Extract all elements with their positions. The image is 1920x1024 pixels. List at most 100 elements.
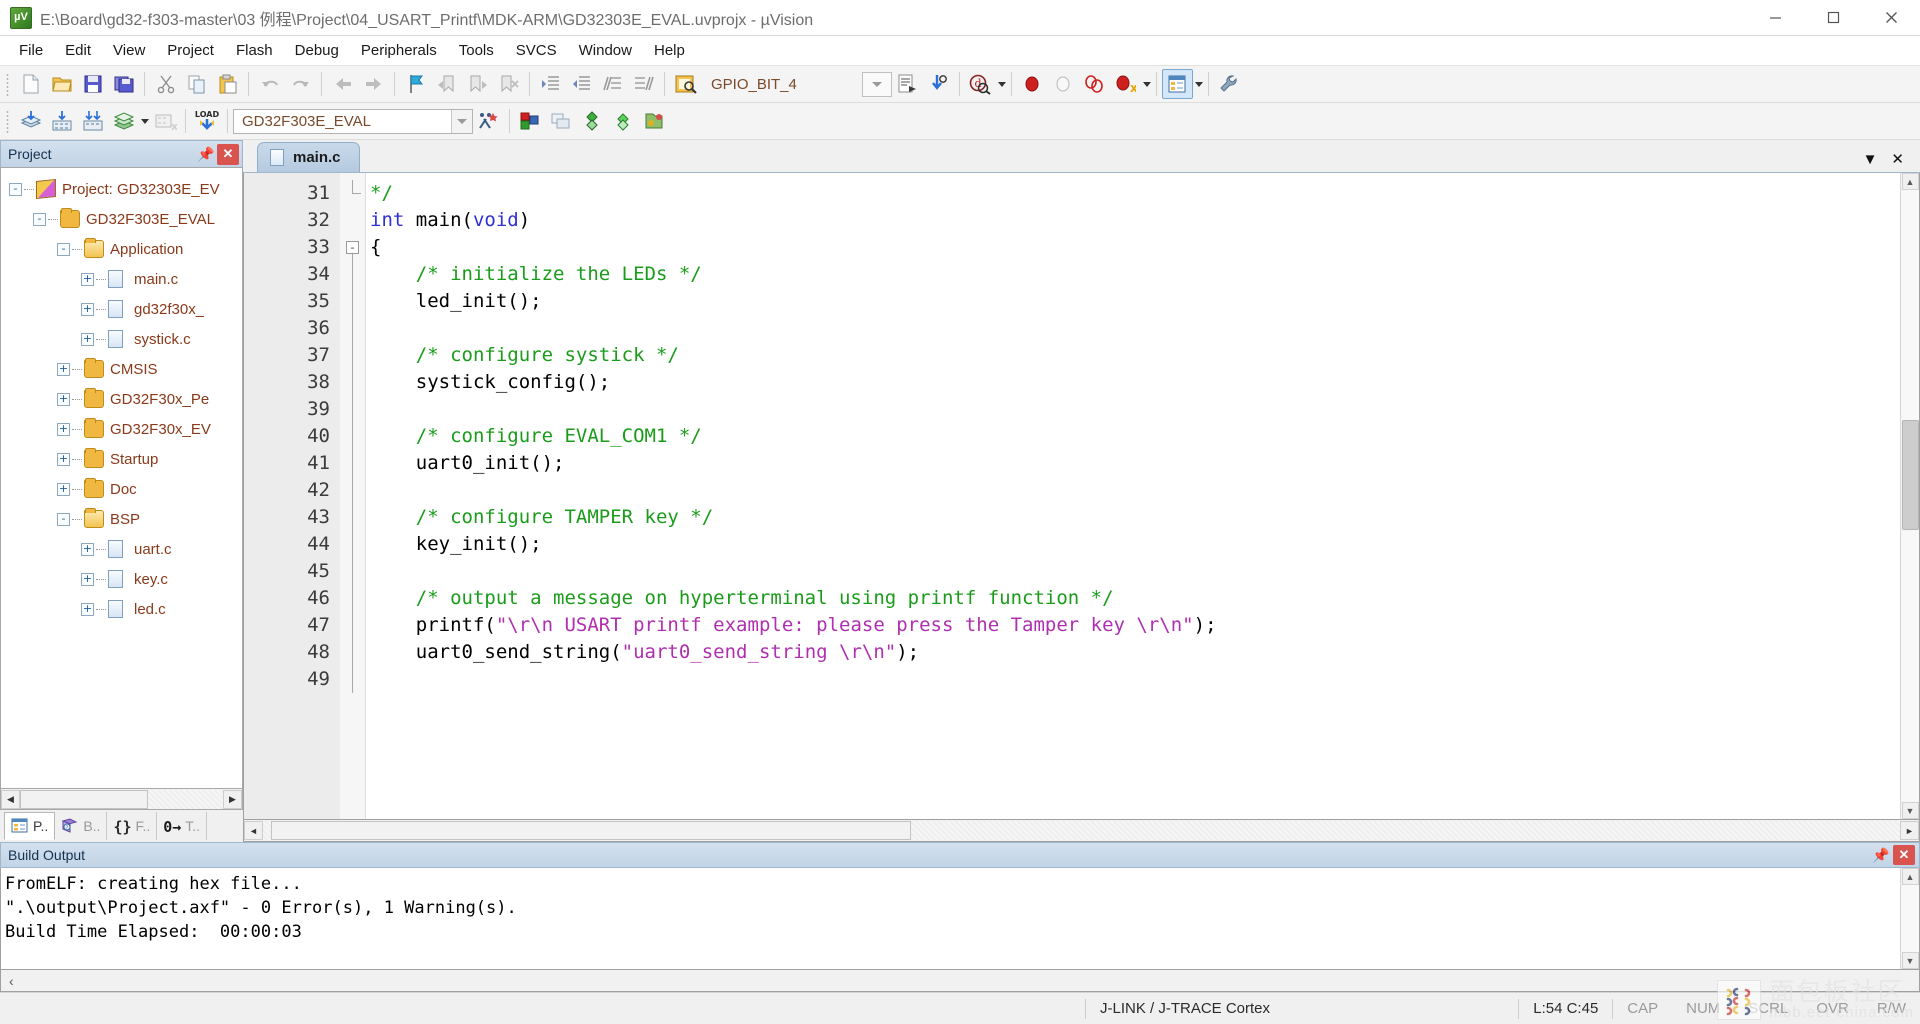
tree-item[interactable]: - GD32F303E_EVAL [1,204,242,234]
bookmark-prev-icon[interactable] [431,69,462,99]
tree-item[interactable]: + uart.c [1,534,242,564]
save-icon[interactable] [77,69,108,99]
chevron-down-icon[interactable] [450,109,472,133]
tree-item[interactable]: + Startup [1,444,242,474]
find-in-files-icon[interactable] [670,69,701,99]
hscroll-track[interactable] [20,789,223,809]
code-line[interactable] [366,666,1900,693]
scroll-right-button[interactable]: ► [1900,821,1919,840]
menu-view[interactable]: View [102,38,156,63]
bookmark-toggle-icon[interactable] [400,69,431,99]
expand-toggle-icon[interactable]: + [81,542,94,556]
kill-all-breakpoints-icon[interactable] [1079,69,1110,99]
bookmark-next-icon[interactable] [462,69,493,99]
breakpoints-dropdown-caret[interactable] [1142,81,1151,87]
expand-toggle-icon[interactable]: + [81,332,94,346]
menu-debug[interactable]: Debug [284,38,350,63]
project-tree[interactable]: - Project: GD32303E_EV - GD32F303E_EVAL - App… [0,167,243,789]
minimize-button[interactable] [1746,0,1804,36]
fold-collapse-icon[interactable]: - [346,241,359,254]
expand-toggle-icon[interactable]: + [57,362,70,376]
code-line[interactable]: int main(void) [366,207,1900,234]
find-icon[interactable] [923,69,954,99]
menu-peripherals[interactable]: Peripherals [350,38,448,63]
expand-toggle-icon[interactable]: + [81,572,94,586]
menu-tools[interactable]: Tools [448,38,505,63]
chevron-down-icon[interactable]: ▼ [1863,152,1878,167]
manage-multi-icon[interactable] [546,106,577,136]
code-line[interactable]: systick_config(); [366,369,1900,396]
fold-marker[interactable]: - [340,234,365,261]
code-text-area[interactable]: */int main(void){ /* initialize the LEDs… [366,173,1900,819]
pin-icon[interactable]: 📌 [1869,847,1893,864]
download-icon[interactable]: LOAD [191,106,222,136]
menu-file[interactable]: File [8,38,54,63]
bookmark-clear-icon[interactable] [493,69,524,99]
redo-icon[interactable] [285,69,316,99]
code-line[interactable]: key_init(); [366,531,1900,558]
expand-toggle-icon[interactable]: + [57,392,70,406]
build-icon[interactable] [46,106,77,136]
vscroll-thumb[interactable] [1901,420,1919,530]
collapse-toggle-icon[interactable]: - [33,212,46,226]
uncomment-icon[interactable] [628,69,659,99]
scroll-right-button[interactable]: ▶ [223,789,242,809]
editor-hscroll-track[interactable] [263,821,1900,840]
navigate-forward-icon[interactable] [358,69,389,99]
pin-icon[interactable]: 📌 [195,146,217,163]
disable-breakpoint-icon[interactable] [1048,69,1079,99]
menu-edit[interactable]: Edit [54,38,102,63]
collapse-toggle-icon[interactable]: - [57,512,70,526]
code-line[interactable]: /* output a message on hyperterminal usi… [366,585,1900,612]
manage-run-time-icon[interactable] [639,106,670,136]
menu-flash[interactable]: Flash [225,38,284,63]
tree-item[interactable]: - Project: GD32303E_EV [1,174,242,204]
start-debug-icon[interactable]: d [965,69,996,99]
code-line[interactable] [366,558,1900,585]
undo-icon[interactable] [254,69,285,99]
code-line[interactable] [366,396,1900,423]
close-button[interactable] [1862,0,1920,36]
cut-icon[interactable] [150,69,181,99]
tab-project[interactable]: P.. [4,812,56,840]
tree-item[interactable]: + GD32F30x_EV [1,414,242,444]
expand-toggle-icon[interactable]: + [57,482,70,496]
expand-toggle-icon[interactable]: + [81,602,94,616]
code-line[interactable]: printf("\r\n USART printf example: pleas… [366,612,1900,639]
copy-icon[interactable] [181,69,212,99]
outdent-icon[interactable] [566,69,597,99]
code-line[interactable]: { [366,234,1900,261]
menu-svcs[interactable]: SVCS [505,38,568,63]
tree-item[interactable]: + CMSIS [1,354,242,384]
comment-icon[interactable] [597,69,628,99]
scroll-up-button[interactable]: ▲ [1901,868,1919,885]
code-line[interactable]: */ [366,180,1900,207]
close-icon[interactable]: ✕ [1893,845,1915,865]
expand-toggle-icon[interactable]: + [57,422,70,436]
code-line[interactable]: /* configure TAMPER key */ [366,504,1900,531]
tree-item[interactable]: + Doc [1,474,242,504]
indent-icon[interactable] [535,69,566,99]
disable-all-breakpoints-icon[interactable]: x [1110,69,1141,99]
batch-build-caret[interactable] [141,118,149,124]
browse-symbol-icon[interactable] [892,69,923,99]
configure-icon[interactable] [1214,69,1245,99]
code-line[interactable] [366,477,1900,504]
build-output-body[interactable]: FromELF: creating hex file... ".\output\P… [0,868,1920,970]
save-all-icon[interactable] [108,69,139,99]
scroll-up-button[interactable]: ▲ [1901,173,1919,190]
scroll-down-button[interactable]: ▼ [1901,802,1919,819]
code-line[interactable]: /* configure EVAL_COM1 */ [366,423,1900,450]
tab-templates[interactable]: 0→ T.. [157,812,207,840]
symbol-combo-dropdown[interactable] [861,71,892,97]
tree-item[interactable]: + GD32F30x_Pe [1,384,242,414]
toolbar-grip[interactable] [4,72,12,96]
rebuild-icon[interactable] [77,106,108,136]
tree-item[interactable]: + main.c [1,264,242,294]
expand-toggle-icon[interactable]: + [81,272,94,286]
tab-functions[interactable]: {} F.. [107,812,158,840]
build-vscrollbar[interactable]: ▲ ▼ [1900,868,1919,969]
menu-window[interactable]: Window [568,38,643,63]
collapse-toggle-icon[interactable]: - [9,182,22,196]
books-tab-icon-toolbar[interactable] [608,106,639,136]
